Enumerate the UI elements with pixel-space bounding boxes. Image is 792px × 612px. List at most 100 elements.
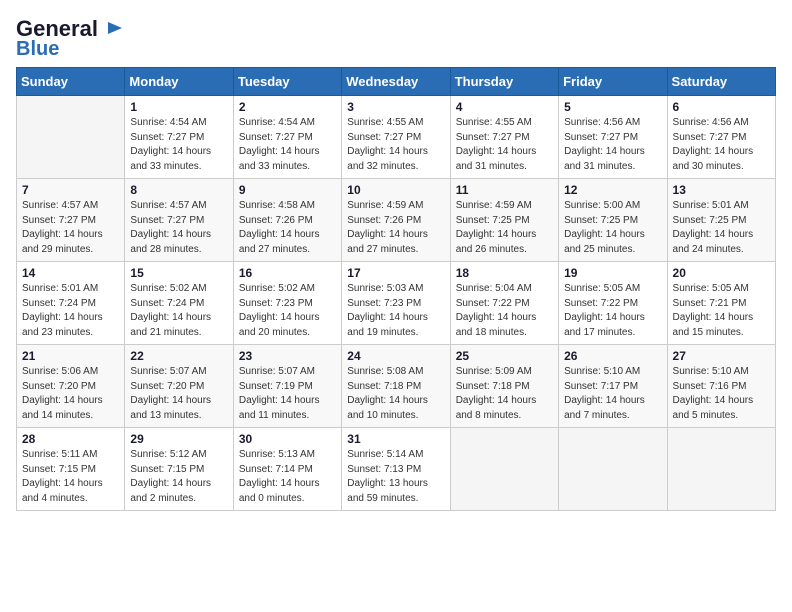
day-info: Sunrise: 4:54 AM Sunset: 7:27 PM Dayligh… xyxy=(239,116,336,174)
calendar-cell: 9 Sunrise: 4:58 AM Sunset: 7:26 PM Daylig… xyxy=(233,179,341,262)
day-number: 16 xyxy=(239,266,336,280)
calendar-week-2: 7 Sunrise: 4:57 AM Sunset: 7:27 PM Daylig… xyxy=(17,179,776,262)
day-info: Sunrise: 4:58 AM Sunset: 7:26 PM Dayligh… xyxy=(239,199,336,257)
calendar-cell: 6 Sunrise: 4:56 AM Sunset: 7:27 PM Daylig… xyxy=(667,96,775,179)
calendar-week-1: 1Sunrise: 4:54 AM Sunset: 7:27 PM Daylig… xyxy=(17,96,776,179)
day-info: Sunrise: 5:06 AM Sunset: 7:20 PM Dayligh… xyxy=(22,365,119,423)
calendar-cell: 12Sunrise: 5:00 AM Sunset: 7:25 PM Dayli… xyxy=(559,179,667,262)
day-info: Sunrise: 5:07 AM Sunset: 7:19 PM Dayligh… xyxy=(239,365,336,423)
calendar-cell: 30 Sunrise: 5:13 AM Sunset: 7:14 PM Dayli… xyxy=(233,428,341,511)
day-info: Sunrise: 5:01 AM Sunset: 7:24 PM Dayligh… xyxy=(22,282,119,340)
day-number: 26 xyxy=(564,349,661,363)
calendar-week-5: 28Sunrise: 5:11 AM Sunset: 7:15 PM Dayli… xyxy=(17,428,776,511)
day-info: Sunrise: 5:09 AM Sunset: 7:18 PM Dayligh… xyxy=(456,365,553,423)
day-info: Sunrise: 5:07 AM Sunset: 7:20 PM Dayligh… xyxy=(130,365,227,423)
day-info: Sunrise: 5:14 AM Sunset: 7:13 PM Dayligh… xyxy=(347,448,444,506)
day-info: Sunrise: 5:05 AM Sunset: 7:21 PM Dayligh… xyxy=(673,282,770,340)
weekday-header-saturday: Saturday xyxy=(667,68,775,96)
calendar-cell: 29 Sunrise: 5:12 AM Sunset: 7:15 PM Dayli… xyxy=(125,428,233,511)
calendar-cell: 7Sunrise: 4:57 AM Sunset: 7:27 PM Daylig… xyxy=(17,179,125,262)
calendar-week-4: 21 Sunrise: 5:06 AM Sunset: 7:20 PM Dayli… xyxy=(17,345,776,428)
calendar-cell: 25 Sunrise: 5:09 AM Sunset: 7:18 PM Dayli… xyxy=(450,345,558,428)
calendar-cell: 8Sunrise: 4:57 AM Sunset: 7:27 PM Daylig… xyxy=(125,179,233,262)
day-number: 29 xyxy=(130,432,227,446)
day-number: 27 xyxy=(673,349,770,363)
calendar-cell: 24 Sunrise: 5:08 AM Sunset: 7:18 PM Dayli… xyxy=(342,345,450,428)
day-number: 5 xyxy=(564,100,661,114)
day-number: 7 xyxy=(22,183,119,197)
day-number: 21 xyxy=(22,349,119,363)
day-number: 10 xyxy=(347,183,444,197)
logo: General Blue xyxy=(16,16,126,61)
calendar-cell: 16 Sunrise: 5:02 AM Sunset: 7:23 PM Dayli… xyxy=(233,262,341,345)
logo-blue-text: Blue xyxy=(16,38,59,61)
calendar-cell: 18 Sunrise: 5:04 AM Sunset: 7:22 PM Dayli… xyxy=(450,262,558,345)
calendar-header-row: SundayMondayTuesdayWednesdayThursdayFrid… xyxy=(17,68,776,96)
day-number: 31 xyxy=(347,432,444,446)
day-info: Sunrise: 4:55 AM Sunset: 7:27 PM Dayligh… xyxy=(456,116,553,174)
day-number: 2 xyxy=(239,100,336,114)
calendar-cell: 28Sunrise: 5:11 AM Sunset: 7:15 PM Dayli… xyxy=(17,428,125,511)
day-info: Sunrise: 4:57 AM Sunset: 7:27 PM Dayligh… xyxy=(130,199,227,257)
day-info: Sunrise: 5:02 AM Sunset: 7:24 PM Dayligh… xyxy=(130,282,227,340)
calendar-cell: 23 Sunrise: 5:07 AM Sunset: 7:19 PM Dayli… xyxy=(233,345,341,428)
day-info: Sunrise: 4:59 AM Sunset: 7:26 PM Dayligh… xyxy=(347,199,444,257)
day-info: Sunrise: 5:05 AM Sunset: 7:22 PM Dayligh… xyxy=(564,282,661,340)
day-number: 25 xyxy=(456,349,553,363)
calendar-cell: 5 Sunrise: 4:56 AM Sunset: 7:27 PM Daylig… xyxy=(559,96,667,179)
calendar-cell: 3 Sunrise: 4:55 AM Sunset: 7:27 PM Daylig… xyxy=(342,96,450,179)
day-info: Sunrise: 4:54 AM Sunset: 7:27 PM Dayligh… xyxy=(130,116,227,174)
day-number: 28 xyxy=(22,432,119,446)
day-number: 30 xyxy=(239,432,336,446)
calendar-cell: 1Sunrise: 4:54 AM Sunset: 7:27 PM Daylig… xyxy=(125,96,233,179)
calendar-cell: 11 Sunrise: 4:59 AM Sunset: 7:25 PM Dayli… xyxy=(450,179,558,262)
day-number: 4 xyxy=(456,100,553,114)
day-info: Sunrise: 4:56 AM Sunset: 7:27 PM Dayligh… xyxy=(564,116,661,174)
calendar-cell xyxy=(559,428,667,511)
day-number: 18 xyxy=(456,266,553,280)
day-number: 13 xyxy=(673,183,770,197)
day-number: 22 xyxy=(130,349,227,363)
calendar-cell xyxy=(450,428,558,511)
day-info: Sunrise: 4:55 AM Sunset: 7:27 PM Dayligh… xyxy=(347,116,444,174)
day-info: Sunrise: 5:08 AM Sunset: 7:18 PM Dayligh… xyxy=(347,365,444,423)
calendar-week-3: 14 Sunrise: 5:01 AM Sunset: 7:24 PM Dayli… xyxy=(17,262,776,345)
weekday-header-friday: Friday xyxy=(559,68,667,96)
calendar-cell: 21 Sunrise: 5:06 AM Sunset: 7:20 PM Dayli… xyxy=(17,345,125,428)
weekday-header-monday: Monday xyxy=(125,68,233,96)
weekday-header-sunday: Sunday xyxy=(17,68,125,96)
day-info: Sunrise: 5:04 AM Sunset: 7:22 PM Dayligh… xyxy=(456,282,553,340)
day-number: 14 xyxy=(22,266,119,280)
calendar-cell: 22 Sunrise: 5:07 AM Sunset: 7:20 PM Dayli… xyxy=(125,345,233,428)
calendar-cell: 31 Sunrise: 5:14 AM Sunset: 7:13 PM Dayli… xyxy=(342,428,450,511)
calendar-cell xyxy=(667,428,775,511)
calendar-cell: 19 Sunrise: 5:05 AM Sunset: 7:22 PM Dayli… xyxy=(559,262,667,345)
logo-flag-icon xyxy=(104,18,126,40)
calendar-cell: 15 Sunrise: 5:02 AM Sunset: 7:24 PM Dayli… xyxy=(125,262,233,345)
day-info: Sunrise: 5:12 AM Sunset: 7:15 PM Dayligh… xyxy=(130,448,227,506)
day-number: 9 xyxy=(239,183,336,197)
day-info: Sunrise: 5:03 AM Sunset: 7:23 PM Dayligh… xyxy=(347,282,444,340)
day-number: 11 xyxy=(456,183,553,197)
day-number: 15 xyxy=(130,266,227,280)
weekday-header-wednesday: Wednesday xyxy=(342,68,450,96)
day-number: 6 xyxy=(673,100,770,114)
calendar-cell: 27 Sunrise: 5:10 AM Sunset: 7:16 PM Dayli… xyxy=(667,345,775,428)
day-info: Sunrise: 5:00 AM Sunset: 7:25 PM Dayligh… xyxy=(564,199,661,257)
day-info: Sunrise: 4:56 AM Sunset: 7:27 PM Dayligh… xyxy=(673,116,770,174)
day-number: 23 xyxy=(239,349,336,363)
calendar-cell: 14 Sunrise: 5:01 AM Sunset: 7:24 PM Dayli… xyxy=(17,262,125,345)
calendar-cell: 26Sunrise: 5:10 AM Sunset: 7:17 PM Dayli… xyxy=(559,345,667,428)
day-info: Sunrise: 5:01 AM Sunset: 7:25 PM Dayligh… xyxy=(673,199,770,257)
day-info: Sunrise: 5:10 AM Sunset: 7:16 PM Dayligh… xyxy=(673,365,770,423)
calendar-cell: 10 Sunrise: 4:59 AM Sunset: 7:26 PM Dayli… xyxy=(342,179,450,262)
calendar-table: SundayMondayTuesdayWednesdayThursdayFrid… xyxy=(16,67,776,511)
day-info: Sunrise: 4:59 AM Sunset: 7:25 PM Dayligh… xyxy=(456,199,553,257)
calendar-cell: 20Sunrise: 5:05 AM Sunset: 7:21 PM Dayli… xyxy=(667,262,775,345)
weekday-header-thursday: Thursday xyxy=(450,68,558,96)
day-number: 3 xyxy=(347,100,444,114)
day-info: Sunrise: 5:02 AM Sunset: 7:23 PM Dayligh… xyxy=(239,282,336,340)
day-number: 24 xyxy=(347,349,444,363)
day-info: Sunrise: 5:13 AM Sunset: 7:14 PM Dayligh… xyxy=(239,448,336,506)
day-number: 19 xyxy=(564,266,661,280)
